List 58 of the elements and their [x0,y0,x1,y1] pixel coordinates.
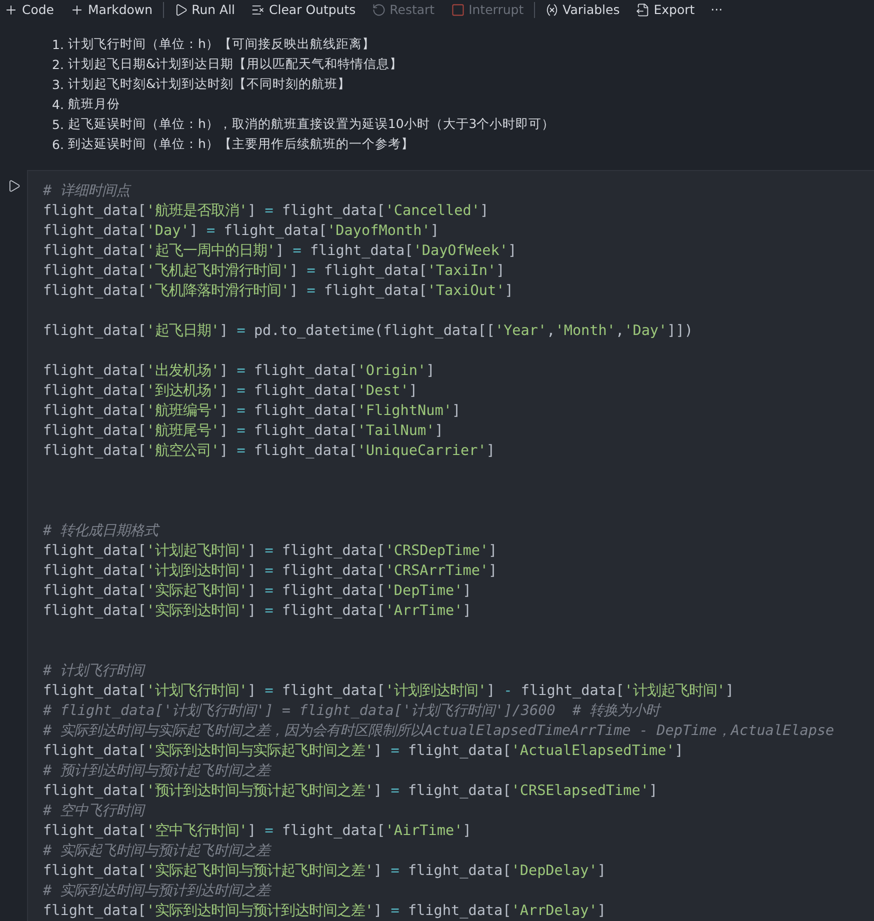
code-line: flight_data['起飞一周中的日期'] = flight_data['DayOfWeek'] [43,242,518,261]
plus-icon [4,2,18,16]
more-button[interactable]: ··· [702,0,731,19]
code-line: flight_data['航班尾号'] = flight_data['TailNum'] [43,422,444,441]
code-line: flight_data['飞机降落时滑行时间'] = flight_data['TaxiOut'] [43,282,514,301]
code-comment: # 转化成日期格式 [43,522,161,541]
code-line: flight_data['实际到达时间与预计到达时间之差'] = flight_data['ArrDelay'] [43,902,607,921]
list-item-text: 航班月份 [68,96,120,112]
code-comment: # 预计到达时间与预计起飞时间之差 [43,762,272,781]
code-comment: # 实际到达时间与预计到达时间之差 [43,882,272,901]
list-number: 5. [52,116,64,132]
plus-icon [70,2,84,16]
toolbar-button[interactable]: Code [0,0,62,19]
stop-square-icon [450,2,465,16]
code-line: flight_data['航班是否取消'] = flight_data['Cancelled'] [43,202,490,221]
code-line: flight_data['计划到达时间'] = flight_data['CRSArrTime'] [43,562,498,581]
list-item-text: 计划起飞时刻&计划到达时刻【不同时刻的航班】 [68,76,351,92]
run-cell-icon[interactable] [6,179,20,193]
code-line: flight_data['预计到达时间与预计起飞时间之差'] = flight_data['CRSElapsedTime'] [43,782,659,801]
variables-icon [544,2,559,16]
code-line: flight_data['飞机起飞时滑行时间'] = flight_data['TaxiIn'] [43,262,506,281]
clear-list-icon [251,2,266,16]
list-number: 1. [52,36,64,52]
list-number: 2. [52,56,64,72]
toolbar-button[interactable]: Export [628,0,703,19]
export-icon [636,2,650,16]
toolbar-button[interactable]: Run All [166,0,244,19]
code-line: flight_data['实际起飞时间'] = flight_data['DepTime'] [43,582,472,601]
code-comment: # 计划飞行时间 [43,662,146,681]
list-item-text: 计划飞行时间（单位：h）【可间接反映出航线距离】 [68,36,375,52]
code-line: flight_data['空中飞行时间'] = flight_data['AirTime'] [43,822,472,841]
code-line: flight_data['Day'] = flight_data['DayofMonth'] [43,222,440,241]
code-line: flight_data['到达机场'] = flight_data['Dest'] [43,382,419,401]
code-line: flight_data['计划飞行时间'] = flight_data['计划到达时间'] - flight_data['计划起飞时间'] [43,682,736,701]
list-item-text: 计划起飞日期&计划到达日期【用以匹配天气和特情信息】 [68,56,403,72]
code-line: flight_data['实际到达时间'] = flight_data['ArrTime'] [43,602,472,621]
code-line: flight_data['出发机场'] = flight_data['Origin'] [43,362,436,381]
play-icon [174,2,188,16]
list-item-text: 起飞延误时间（单位：h），取消的航班直接设置为延误10小时（大于3个小时即可） [68,116,555,132]
restart-icon [372,2,386,16]
code-line: flight_data['航班编号'] = flight_data['FlightNum'] [43,402,462,421]
code-line: flight_data['实际起飞时间与预计起飞时间之差'] = flight_data['DepDelay'] [43,862,607,881]
list-number: 6. [52,136,64,152]
code-line: flight_data['实际到达时间与实际起飞时间之差'] = flight_data['ActualElapsedTime'] [43,742,684,761]
code-line: flight_data['计划起飞时间'] = flight_data['CRSDepTime'] [43,542,498,561]
code-comment: # 实际起飞时间与预计起飞时间之差 [43,842,272,861]
toolbar-button[interactable]: Variables [536,0,628,19]
list-item-text: 到达延误时间（单位：h）【主要用作后续航班的一个参考】 [68,136,414,152]
code-line: flight_data['航空公司'] = flight_data['UniqueCarrier'] [43,442,496,461]
code-comment: # 实际到达时间与实际起飞时间之差，因为会有时区限制所以ActualElapsedTimeArrTime - DepTime，ActualElapse [43,722,836,741]
code-comment: # 空中飞行时间 [43,802,146,821]
list-number: 4. [52,96,64,112]
list-number: 3. [52,76,64,92]
toolbar-button[interactable]: Clear Outputs [243,0,364,19]
toolbar-button[interactable]: Markdown [62,0,161,19]
code-comment: # flight_data['计划飞行时间'] = flight_data['计划飞行时间']/3600 # 转换为小时 [43,702,662,721]
code-comment: # 详细时间点 [43,182,132,201]
code-line: flight_data['起飞日期'] = pd.to_datetime(flight_data[['Year','Month','Day']]) [43,322,694,341]
